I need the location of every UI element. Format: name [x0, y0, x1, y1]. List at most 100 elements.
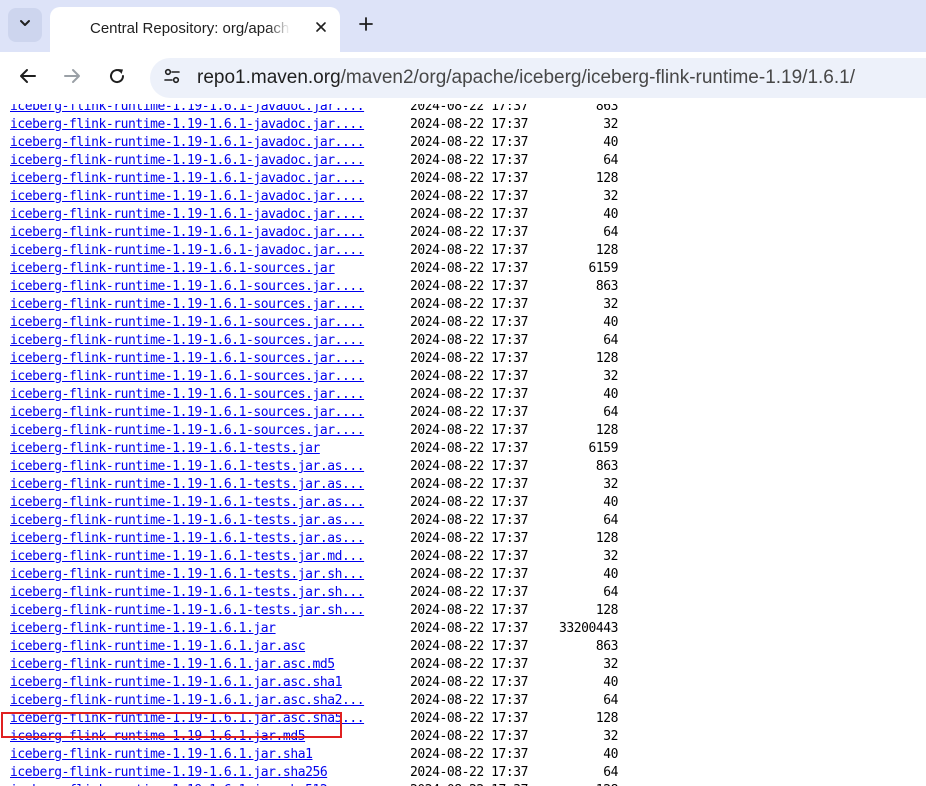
file-size: 128 — [520, 782, 619, 786]
file-date: 2024-08-22 17:37 — [410, 477, 529, 492]
file-link[interactable]: iceberg-flink-runtime-1.19-1.6.1-sources… — [10, 332, 365, 350]
table-row: iceberg-flink-runtime-1.19-1.6.1-tests.j… — [0, 440, 926, 458]
file-link[interactable]: iceberg-flink-runtime-1.19-1.6.1.jar.asc… — [10, 710, 365, 728]
file-link[interactable]: iceberg-flink-runtime-1.19-1.6.1-sources… — [10, 260, 335, 278]
file-size: 40 — [603, 495, 618, 510]
reload-button[interactable] — [103, 64, 131, 92]
file-date: 2024-08-22 17:37 — [410, 531, 529, 546]
file-size: 32 — [603, 477, 618, 492]
file-link[interactable]: iceberg-flink-runtime-1.19-1.6.1-javadoc… — [10, 170, 365, 188]
table-row: iceberg-flink-runtime-1.19-1.6.1-sources… — [0, 368, 926, 386]
file-link[interactable]: iceberg-flink-runtime-1.19-1.6.1-tests.j… — [10, 584, 365, 602]
file-link[interactable]: iceberg-flink-runtime-1.19-1.6.1.jar.asc… — [10, 692, 365, 710]
file-link[interactable]: iceberg-flink-runtime-1.19-1.6.1-tests.j… — [10, 494, 365, 512]
file-link[interactable]: iceberg-flink-runtime-1.19-1.6.1-javadoc… — [10, 134, 365, 152]
table-row: iceberg-flink-runtime-1.19-1.6.1-sources… — [0, 332, 926, 350]
file-link[interactable]: iceberg-flink-runtime-1.19-1.6.1-javadoc… — [10, 206, 365, 224]
file-size: 863 — [595, 104, 619, 114]
file-link[interactable]: iceberg-flink-runtime-1.19-1.6.1-tests.j… — [10, 566, 365, 584]
table-row: iceberg-flink-runtime-1.19-1.6.1-sources… — [0, 404, 926, 422]
table-row: iceberg-flink-runtime-1.19-1.6.1-tests.j… — [0, 530, 926, 548]
close-icon — [315, 20, 327, 38]
file-size: 128 — [595, 171, 619, 186]
url-path: /maven2/org/apache/iceberg/iceberg-flink… — [340, 67, 855, 88]
file-size: 32 — [603, 117, 618, 132]
file-date: 2024-08-22 17:37 — [410, 657, 529, 672]
tune-icon — [163, 68, 181, 89]
file-size: 40 — [603, 135, 618, 150]
file-link[interactable]: iceberg-flink-runtime-1.19-1.6.1-sources… — [10, 314, 365, 332]
file-link[interactable]: iceberg-flink-runtime-1.19-1.6.1.jar.asc… — [10, 656, 335, 674]
file-size: 863 — [595, 279, 619, 294]
file-link[interactable]: iceberg-flink-runtime-1.19-1.6.1-tests.j… — [10, 530, 365, 548]
table-row: iceberg-flink-runtime-1.19-1.6.1-tests.j… — [0, 494, 926, 512]
file-link[interactable]: iceberg-flink-runtime-1.19-1.6.1-tests.j… — [10, 440, 320, 458]
file-link[interactable]: iceberg-flink-runtime-1.19-1.6.1.jar.sha… — [10, 782, 328, 786]
file-link[interactable]: iceberg-flink-runtime-1.19-1.6.1-sources… — [10, 404, 365, 422]
file-link[interactable]: iceberg-flink-runtime-1.19-1.6.1-javadoc… — [10, 242, 365, 260]
file-link[interactable]: iceberg-flink-runtime-1.19-1.6.1-tests.j… — [10, 458, 365, 476]
file-link[interactable]: iceberg-flink-runtime-1.19-1.6.1.jar.asc… — [10, 674, 342, 692]
file-link[interactable]: iceberg-flink-runtime-1.19-1.6.1-tests.j… — [10, 602, 365, 620]
file-size: 32 — [603, 657, 618, 672]
file-link[interactable]: iceberg-flink-runtime-1.19-1.6.1-tests.j… — [10, 548, 365, 566]
file-link[interactable]: iceberg-flink-runtime-1.19-1.6.1-javadoc… — [10, 188, 365, 206]
address-bar[interactable]: repo1.maven.org/maven2/org/apache/iceber… — [150, 58, 926, 98]
file-link[interactable]: iceberg-flink-runtime-1.19-1.6.1-sources… — [10, 350, 365, 368]
table-row: iceberg-flink-runtime-1.19-1.6.1-sources… — [0, 386, 926, 404]
file-link[interactable]: iceberg-flink-runtime-1.19-1.6.1-sources… — [10, 296, 365, 314]
arrow-left-icon — [19, 67, 37, 90]
file-size: 64 — [603, 153, 618, 168]
file-date: 2024-08-22 17:37 — [410, 441, 529, 456]
new-tab-button[interactable] — [352, 12, 380, 40]
file-size: 40 — [603, 747, 618, 762]
file-date: 2024-08-22 17:37 — [410, 513, 529, 528]
site-info-button[interactable] — [162, 68, 182, 88]
file-link[interactable]: iceberg-flink-runtime-1.19-1.6.1.jar.md5 — [10, 728, 306, 746]
tab-search-button[interactable] — [8, 8, 42, 42]
file-link[interactable]: iceberg-flink-runtime-1.19-1.6.1.jar.sha… — [10, 764, 328, 782]
table-row: iceberg-flink-runtime-1.19-1.6.1-sources… — [0, 350, 926, 368]
file-link[interactable]: iceberg-flink-runtime-1.19-1.6.1-tests.j… — [10, 476, 365, 494]
table-row: iceberg-flink-runtime-1.19-1.6.1-sources… — [0, 296, 926, 314]
table-row: iceberg-flink-runtime-1.19-1.6.1.jar.asc… — [0, 710, 926, 728]
file-size: 128 — [595, 351, 619, 366]
directory-listing: iceberg-flink-runtime-1.19-1.6.1-javadoc… — [0, 104, 926, 786]
file-size: 40 — [603, 387, 618, 402]
back-button[interactable] — [14, 64, 42, 92]
file-date: 2024-08-22 17:37 — [410, 333, 529, 348]
file-link[interactable]: iceberg-flink-runtime-1.19-1.6.1-tests.j… — [10, 512, 365, 530]
table-row: iceberg-flink-runtime-1.19-1.6.1-javadoc… — [0, 152, 926, 170]
file-date: 2024-08-22 17:37 — [410, 104, 529, 114]
file-link[interactable]: iceberg-flink-runtime-1.19-1.6.1.jar — [10, 620, 276, 638]
file-date: 2024-08-22 17:37 — [410, 225, 529, 240]
file-date: 2024-08-22 17:37 — [410, 459, 529, 474]
file-size: 40 — [603, 675, 618, 690]
file-link[interactable]: iceberg-flink-runtime-1.19-1.6.1.jar.asc — [10, 638, 306, 656]
file-link[interactable]: iceberg-flink-runtime-1.19-1.6.1-javadoc… — [10, 116, 365, 134]
tab-strip: Central Repository: org/apache/iceberg/i… — [0, 0, 926, 52]
table-row: iceberg-flink-runtime-1.19-1.6.1.jar.sha… — [0, 746, 926, 764]
file-link[interactable]: iceberg-flink-runtime-1.19-1.6.1-javadoc… — [10, 104, 365, 116]
file-date: 2024-08-22 17:37 — [410, 261, 529, 276]
tab-close-button[interactable] — [310, 18, 332, 40]
file-link[interactable]: iceberg-flink-runtime-1.19-1.6.1.jar.sha… — [10, 746, 313, 764]
file-link[interactable]: iceberg-flink-runtime-1.19-1.6.1-sources… — [10, 278, 365, 296]
file-date: 2024-08-22 17:37 — [410, 279, 529, 294]
active-tab[interactable]: Central Repository: org/apache/iceberg/i… — [50, 7, 340, 52]
file-link[interactable]: iceberg-flink-runtime-1.19-1.6.1-javadoc… — [10, 224, 365, 242]
file-size: 32 — [603, 189, 618, 204]
file-link[interactable]: iceberg-flink-runtime-1.19-1.6.1-sources… — [10, 368, 365, 386]
file-link[interactable]: iceberg-flink-runtime-1.19-1.6.1-sources… — [10, 422, 365, 440]
table-row: iceberg-flink-runtime-1.19-1.6.1.jar 2024… — [0, 620, 926, 638]
file-date: 2024-08-22 17:37 — [410, 351, 529, 366]
file-link[interactable]: iceberg-flink-runtime-1.19-1.6.1-sources… — [10, 386, 365, 404]
file-link[interactable]: iceberg-flink-runtime-1.19-1.6.1-javadoc… — [10, 152, 365, 170]
url-text[interactable]: repo1.maven.org/maven2/org/apache/iceber… — [197, 67, 855, 89]
file-size: 40 — [603, 207, 618, 222]
table-row: iceberg-flink-runtime-1.19-1.6.1.jar.asc… — [0, 656, 926, 674]
file-date: 2024-08-22 17:37 — [410, 639, 529, 654]
table-row: iceberg-flink-runtime-1.19-1.6.1.jar.asc… — [0, 674, 926, 692]
forward-button[interactable] — [58, 64, 86, 92]
file-date: 2024-08-22 17:37 — [410, 765, 529, 780]
